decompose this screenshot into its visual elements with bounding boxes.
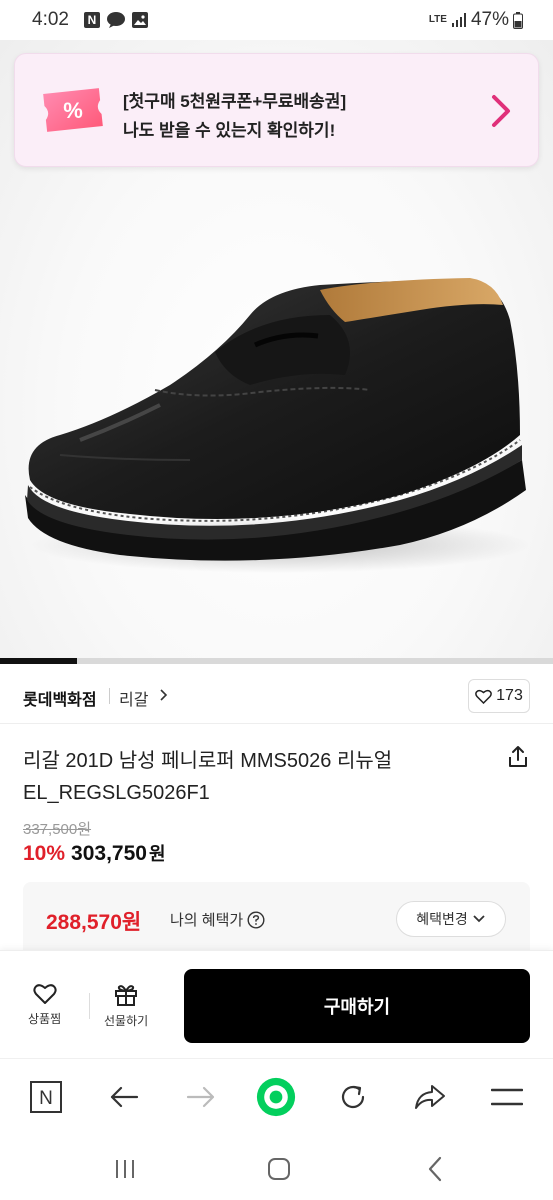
- network-type: LTE: [428, 14, 447, 25]
- benefit-label: 나의 혜택가: [170, 912, 244, 929]
- like-count: 173: [496, 687, 523, 704]
- chevron-right-icon: [492, 95, 510, 127]
- sale-price-unit: 원: [148, 844, 166, 864]
- messenger-icon: [107, 12, 125, 28]
- browser-back-button[interactable]: [104, 1077, 144, 1117]
- recent-apps-icon: [116, 1160, 134, 1178]
- brand-divider: [109, 688, 110, 704]
- price-row: 10% 303,750 원: [23, 840, 166, 866]
- gift-button[interactable]: 선물하기: [104, 983, 148, 1029]
- share-icon[interactable]: [507, 745, 529, 769]
- home-circle-icon: [256, 1077, 296, 1117]
- brand-row: 롯데백화점 리갈 173: [0, 672, 553, 724]
- coupon-ticket-icon: %: [43, 88, 103, 132]
- store-name[interactable]: 롯데백화점: [23, 686, 97, 710]
- forward-arrow-icon: [186, 1086, 215, 1108]
- browser-reload-button[interactable]: [333, 1077, 373, 1117]
- wishlist-label: 상품찜: [28, 1012, 62, 1026]
- image-carousel-progress-fill: [0, 658, 78, 664]
- gift-label: 선물하기: [104, 1014, 149, 1028]
- like-button[interactable]: 173: [468, 679, 530, 713]
- first-purchase-promo-banner[interactable]: % [첫구매 5천원쿠폰+무료배송권] 나도 받을 수 있는지 확인하기!: [14, 53, 539, 167]
- browser-home-button[interactable]: N: [26, 1077, 66, 1117]
- browser-green-home-button[interactable]: [256, 1077, 296, 1117]
- menu-icon: [491, 1088, 523, 1106]
- browser-home-label: N: [39, 1088, 53, 1109]
- benefit-price: 288,570원: [46, 911, 142, 934]
- back-icon: [428, 1156, 442, 1182]
- promo-subtitle: 나도 받을 수 있는지 확인하기!: [123, 121, 336, 140]
- browser-forward-button[interactable]: [181, 1077, 221, 1117]
- gallery-icon: [132, 12, 148, 28]
- buy-button[interactable]: 구매하기: [184, 969, 530, 1043]
- chevron-down-icon: [473, 915, 485, 923]
- help-icon[interactable]: [247, 910, 265, 929]
- browser-share-button[interactable]: [410, 1077, 450, 1117]
- share-arrow-icon: [415, 1085, 445, 1109]
- back-button[interactable]: [420, 1154, 450, 1184]
- reload-icon: [341, 1085, 365, 1109]
- heart-icon: [475, 689, 493, 704]
- promo-title: [첫구매 5천원쿠폰+무료배송권]: [123, 92, 347, 111]
- notification-n-icon: N: [84, 12, 100, 28]
- coupon-percent-symbol: %: [63, 98, 83, 123]
- original-price: 337,500원: [23, 821, 92, 838]
- purchase-action-bar: 상품찜 선물하기 구매하기: [0, 950, 553, 1058]
- status-time: 4:02: [32, 9, 69, 30]
- wishlist-button[interactable]: 상품찜: [28, 983, 61, 1027]
- action-divider: [89, 993, 90, 1019]
- chevron-right-icon[interactable]: [159, 688, 169, 702]
- status-bar: 4:02 N LTE 47%: [0, 0, 553, 40]
- home-icon: [268, 1158, 290, 1180]
- android-nav-bar: [0, 1136, 553, 1200]
- sale-price: 303,750: [71, 842, 147, 865]
- image-carousel-progress: [0, 658, 553, 664]
- status-notification-icons: N: [84, 11, 148, 29]
- discount-rate: 10%: [23, 842, 66, 865]
- naver-n-icon: N: [30, 1081, 62, 1113]
- benefit-label-group[interactable]: 나의 혜택가: [170, 909, 265, 930]
- gift-icon: [115, 985, 138, 1006]
- benefit-change-button[interactable]: 혜택변경: [396, 901, 506, 937]
- browser-toolbar: N: [0, 1058, 553, 1136]
- recent-apps-button[interactable]: [110, 1154, 140, 1184]
- product-title: 리갈 201D 남성 페니로퍼 MMS5026 리뉴얼 EL_REGSLG502…: [23, 750, 393, 804]
- battery-percent: 47%: [470, 9, 509, 30]
- status-right: LTE 47%: [429, 9, 523, 31]
- brand-link[interactable]: 리갈: [119, 686, 148, 710]
- heart-icon: [32, 984, 57, 1004]
- signal-icon: [451, 13, 466, 27]
- my-benefit-box: 288,570원 나의 혜택가 혜택변경: [23, 882, 530, 950]
- battery-icon: [513, 11, 523, 29]
- browser-menu-button[interactable]: [487, 1077, 527, 1117]
- back-arrow-icon: [110, 1086, 139, 1108]
- home-button[interactable]: [264, 1154, 294, 1184]
- benefit-change-label: 혜택변경: [416, 911, 468, 927]
